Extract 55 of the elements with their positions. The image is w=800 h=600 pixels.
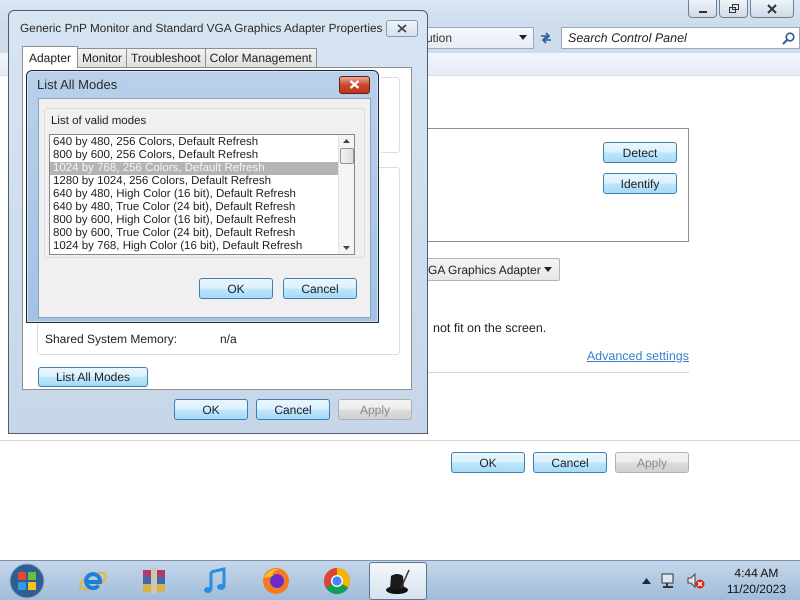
mode-item[interactable]: 800 by 600, 256 Colors, Default Refresh bbox=[50, 149, 338, 162]
taskbar-app[interactable] bbox=[369, 562, 427, 600]
dialog-button[interactable]: OK bbox=[174, 399, 248, 420]
dialog-button[interactable]: OK bbox=[199, 278, 273, 299]
dialog-title: List All Modes bbox=[37, 77, 118, 92]
tab[interactable]: Adapter bbox=[22, 46, 78, 68]
clock[interactable]: 4:44 AM 11/20/2023 bbox=[726, 564, 786, 596]
minimize-button[interactable] bbox=[688, 0, 717, 18]
group-label: List of valid modes bbox=[51, 115, 148, 127]
note-text: not fit on the screen. bbox=[432, 321, 548, 335]
search-icon[interactable] bbox=[782, 32, 795, 44]
close-button[interactable] bbox=[386, 20, 418, 36]
close-button[interactable] bbox=[750, 0, 794, 18]
scroll-up-icon[interactable] bbox=[343, 139, 350, 143]
search-field[interactable]: Search Control Panel bbox=[561, 26, 800, 48]
mode-item[interactable]: 1024 by 768, High Color (16 bit), Default Refresh bbox=[50, 240, 338, 253]
dialog-button[interactable]: Cancel bbox=[533, 452, 607, 473]
close-button[interactable] bbox=[339, 76, 370, 94]
side-button[interactable]: Identify bbox=[603, 173, 677, 194]
round-browser-icon bbox=[322, 566, 352, 596]
time-text: 4:44 AM bbox=[734, 564, 778, 580]
tab[interactable]: Monitor bbox=[77, 48, 128, 67]
memory-label: Shared System Memory: bbox=[45, 332, 178, 346]
caret-icon bbox=[544, 267, 552, 272]
mode-item[interactable]: 640 by 480, High Color (16 bit), Default Refresh bbox=[50, 188, 338, 201]
mode-item[interactable]: 640 by 480, 256 Colors, Default Refresh bbox=[50, 136, 338, 149]
minimize-icon bbox=[698, 10, 706, 12]
scroll-thumb[interactable] bbox=[340, 148, 354, 164]
refresh-icon bbox=[539, 30, 554, 44]
fox-browser-icon bbox=[261, 566, 291, 596]
dialog-title: Generic PnP Monitor and Standard VGA Graphics Adapter Properties bbox=[20, 21, 382, 35]
show-hidden-icons-icon[interactable] bbox=[642, 578, 651, 584]
restore-icon bbox=[728, 4, 740, 14]
dialog-button[interactable]: Cancel bbox=[283, 278, 357, 299]
list-all-modes-button[interactable]: List All Modes bbox=[38, 367, 148, 387]
scroll-down-icon[interactable] bbox=[343, 246, 350, 250]
side-button[interactable]: Detect bbox=[603, 142, 677, 163]
close-icon bbox=[397, 24, 407, 32]
caret-icon bbox=[518, 35, 527, 40]
mode-item[interactable]: 800 by 600, High Color (16 bit), Default Refresh bbox=[50, 214, 338, 227]
advanced-settings-link[interactable]: Advanced settings bbox=[586, 349, 689, 363]
memory-value: n/a bbox=[220, 332, 237, 346]
dialog-button[interactable]: Cancel bbox=[256, 399, 330, 420]
mode-item[interactable]: 1280 by 1024, 256 Colors, Default Refresh bbox=[50, 175, 338, 188]
tab[interactable]: Troubleshoot bbox=[126, 48, 206, 67]
scrollbar[interactable] bbox=[338, 135, 354, 254]
close-icon bbox=[349, 80, 360, 89]
mode-item[interactable]: 800 by 600, True Color (24 bit), Default Refresh bbox=[50, 227, 338, 240]
maximize-button[interactable] bbox=[719, 0, 748, 18]
date-text: 11/20/2023 bbox=[726, 580, 786, 596]
dialog-button[interactable]: OK bbox=[451, 452, 525, 473]
mode-item[interactable]: 640 by 480, True Color (24 bit), Default Refresh bbox=[50, 201, 338, 214]
muted-speaker-icon[interactable] bbox=[686, 572, 705, 588]
tab[interactable]: Color Management bbox=[204, 48, 317, 67]
close-icon bbox=[766, 4, 778, 14]
